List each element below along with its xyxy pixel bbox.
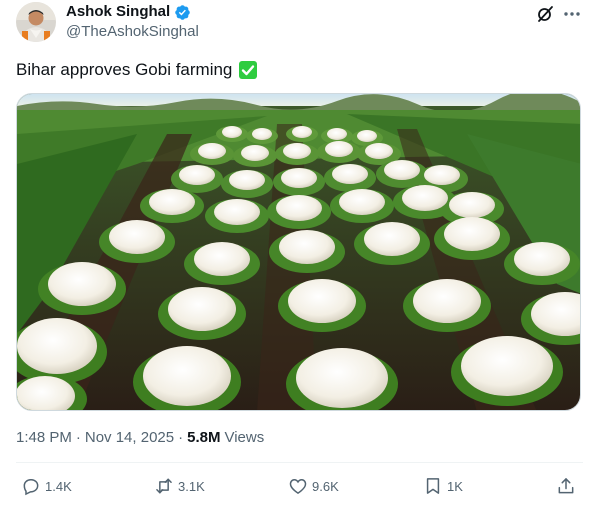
author-handle[interactable]: @TheAshokSinghal — [66, 23, 199, 41]
views-label: Views — [224, 429, 265, 446]
meta-separator: · — [75, 429, 81, 446]
bookmark-count: 1K — [447, 478, 463, 494]
author-display-name[interactable]: Ashok Singhal — [66, 3, 170, 21]
post-time[interactable]: 1:48 PM — [16, 428, 72, 448]
reply-icon — [23, 479, 39, 496]
action-bar: 1.4K 3.1K 9.6K 1K — [0, 476, 599, 500]
post-text: Bihar approves Gobi farming — [16, 59, 258, 81]
repost-button[interactable]: 3.1K — [154, 476, 205, 496]
grok-icon[interactable] — [535, 4, 555, 24]
bookmark-button[interactable]: 1K — [423, 476, 463, 496]
tweet: Ashok Singhal @TheAshokSinghal Bihar app… — [0, 0, 599, 513]
repost-icon — [156, 478, 172, 494]
post-image[interactable] — [16, 93, 581, 411]
bookmark-icon — [426, 478, 440, 494]
reply-count: 1.4K — [45, 478, 72, 494]
verified-badge-icon[interactable] — [174, 4, 191, 21]
post-date[interactable]: Nov 14, 2025 — [85, 428, 174, 448]
repost-count: 3.1K — [178, 478, 205, 494]
views-count: 5.8M — [187, 429, 221, 446]
like-count: 9.6K — [312, 478, 339, 494]
author-name-row[interactable]: Ashok Singhal — [66, 3, 191, 21]
share-button[interactable] — [556, 476, 576, 496]
post-meta: 1:48 PM · Nov 14, 2025 · 5.8M Views — [16, 428, 264, 448]
check-mark-icon — [238, 60, 258, 80]
heart-icon — [289, 478, 307, 494]
divider — [16, 462, 583, 463]
avatar[interactable] — [16, 2, 56, 42]
like-button[interactable]: 9.6K — [288, 476, 339, 496]
more-options-icon[interactable] — [562, 4, 582, 24]
meta-separator-2: · — [178, 429, 184, 446]
post-text-content: Bihar approves Gobi farming — [16, 60, 233, 79]
share-icon — [558, 478, 574, 494]
reply-button[interactable]: 1.4K — [21, 476, 72, 496]
